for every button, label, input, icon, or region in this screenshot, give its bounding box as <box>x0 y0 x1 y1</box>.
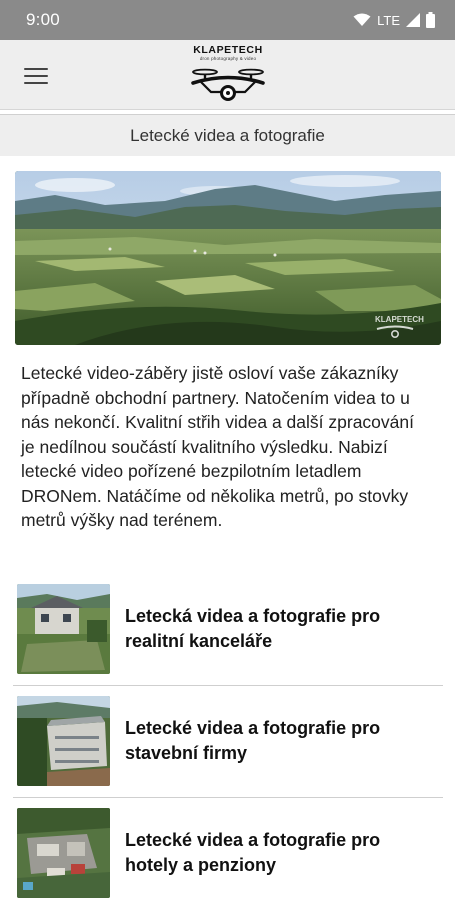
article-title: Letecké videa a fotografie pro stavební … <box>125 718 381 763</box>
wifi-icon <box>353 13 371 27</box>
list-divider <box>13 797 443 798</box>
article-title: Letecké videa a fotografie pro hotely a … <box>125 830 381 875</box>
battery-icon <box>426 12 435 28</box>
article-item-real-estate[interactable]: Letecká videa a fotografie pro realitní … <box>13 584 443 694</box>
logo-name: KLAPETECH <box>193 44 263 56</box>
article-thumbnail <box>17 696 110 786</box>
logo-tagline: dron photography & video <box>199 56 257 61</box>
signal-icon <box>406 13 420 27</box>
section-title-bar: Letecké videa a fotografie <box>0 114 455 156</box>
article-thumbnail <box>17 584 110 674</box>
status-time: 9:00 <box>26 10 60 29</box>
status-icons: LTE <box>353 11 435 29</box>
drone-icon <box>191 68 265 101</box>
hero-image: KLAPETECH <box>15 171 441 345</box>
article-item-hotels[interactable]: Letecké videa a fotografie pro hotely a … <box>13 808 443 900</box>
article-item-construction[interactable]: Letecké videa a fotografie pro stavební … <box>13 696 443 806</box>
page-title: Letecké videa a fotografie <box>130 125 325 145</box>
app-logo: KLAPETECH dron photography & video <box>188 44 268 106</box>
hamburger-menu-icon[interactable] <box>18 62 54 90</box>
article-title: Letecká videa a fotografie pro realitní … <box>125 606 381 651</box>
list-divider <box>13 685 443 686</box>
network-type: LTE <box>377 12 400 28</box>
article-thumbnail <box>17 808 110 898</box>
status-bar: 9:00 LTE <box>0 0 455 40</box>
hero-watermark: KLAPETECH <box>375 315 424 324</box>
intro-text: Letecké video-záběry jistě osloví vaše z… <box>21 363 414 530</box>
